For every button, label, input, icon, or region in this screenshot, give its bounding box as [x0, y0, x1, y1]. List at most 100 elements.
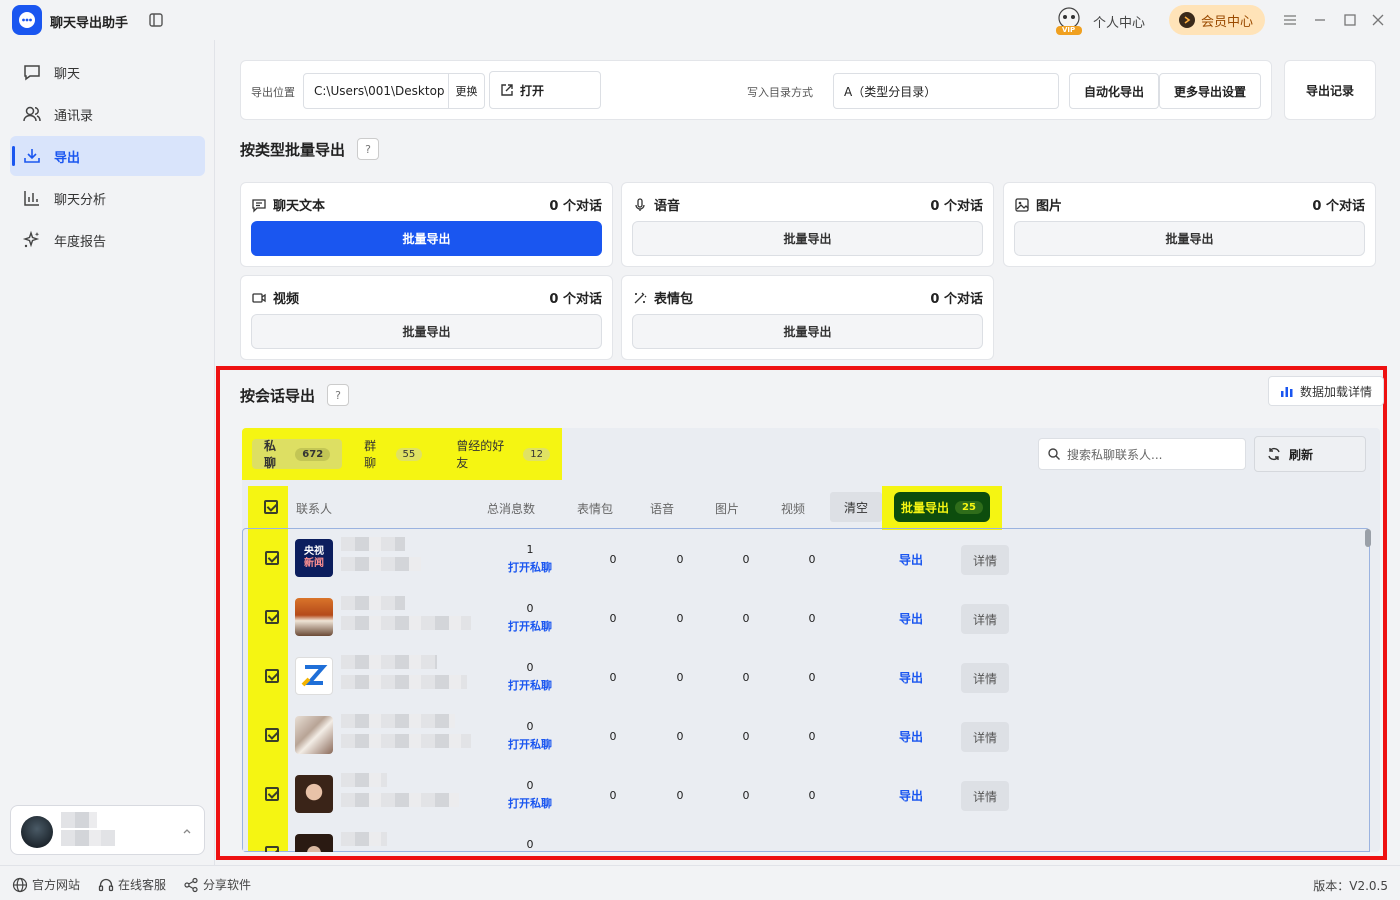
minimize-icon[interactable] [1312, 12, 1328, 28]
details-button[interactable]: 详情 [961, 781, 1009, 811]
footer: 官方网站 在线客服 分享软件 版本：V2.0.5 [0, 865, 1400, 900]
chat-icon [24, 65, 40, 81]
details-button[interactable]: 详情 [961, 545, 1009, 575]
data-load-details-button[interactable]: 数据加载详情 [1268, 376, 1384, 406]
export-link[interactable]: 导出 [899, 610, 923, 627]
sidebar-collapse-icon[interactable] [148, 12, 164, 28]
avatar-text: 新闻 [304, 558, 324, 569]
contact-remark-blurred [341, 734, 471, 748]
official-website-link[interactable]: 官方网站 [12, 876, 80, 893]
sidebar-item-contacts[interactable]: 通讯录 [10, 94, 205, 134]
open-chat-link[interactable]: 打开私聊 [505, 677, 555, 693]
search-icon [1048, 448, 1060, 460]
voice-count: 0 [676, 671, 684, 684]
type-card-count: 0 个对话 [1312, 199, 1365, 214]
help-icon[interactable]: ? [327, 384, 350, 406]
export-link[interactable]: 导出 [899, 728, 923, 745]
image-count: 0 [742, 553, 750, 566]
contact-remark-blurred [341, 675, 467, 689]
row-checkbox[interactable] [265, 787, 279, 801]
sticker-count: 0 [609, 730, 617, 743]
online-support-link[interactable]: 在线客服 [98, 876, 166, 893]
open-chat-link[interactable]: 打开私聊 [505, 736, 555, 752]
details-button[interactable]: 详情 [961, 663, 1009, 693]
contact-name-blurred [341, 714, 455, 728]
sidebar-item-export[interactable]: 导出 [10, 136, 205, 176]
open-chat-link[interactable]: 打开私聊 [505, 559, 555, 575]
batch-export-sticker-button[interactable]: 批量导出 [632, 314, 983, 349]
change-path-button[interactable]: 更换 [448, 74, 484, 108]
external-link-icon [501, 84, 513, 96]
section-title-text: 按类型批量导出 [240, 140, 346, 159]
type-card-voice: 语音 0 个对话 批量导出 [621, 182, 994, 267]
tab-private-chat[interactable]: 私聊 672 [252, 439, 343, 470]
chevron-up-icon [183, 829, 191, 834]
batch-export-voice-button[interactable]: 批量导出 [632, 221, 983, 256]
more-export-settings-button[interactable]: 更多导出设置 [1159, 73, 1261, 109]
vip-avatar-icon[interactable]: VIP [1052, 6, 1086, 36]
row-checkbox[interactable] [265, 728, 279, 742]
batch-export-selected-button[interactable]: 批量导出 25 [894, 492, 990, 522]
sidebar-item-chat[interactable]: 聊天 [10, 52, 205, 92]
help-icon[interactable]: ? [357, 138, 380, 160]
row-checkbox[interactable] [265, 610, 279, 624]
export-location-label: 导出位置 [251, 86, 295, 99]
open-chat-link[interactable]: 打开私聊 [505, 618, 555, 634]
message-square-icon [252, 198, 266, 213]
menu-icon[interactable] [1282, 12, 1298, 28]
magic-wand-icon [634, 292, 647, 303]
contact-list[interactable]: 央视 新闻 1 打开私聊 0 0 0 0 导出 详情 0 打开私聊 0 0 0 … [242, 528, 1371, 852]
personal-center-link[interactable]: 个人中心 [1093, 12, 1145, 31]
microphone-icon [635, 197, 645, 211]
sidebar: 聊天 通讯录 导出 聊天分析 年度报告 [0, 40, 215, 865]
export-link[interactable]: 导出 [899, 787, 923, 804]
total-messages: 1 [526, 543, 534, 556]
export-link[interactable]: 导出 [899, 551, 923, 568]
export-path-field[interactable]: C:\Users\001\Desktop 更换 [303, 73, 485, 109]
type-card-text: 聊天文本 0 个对话 批量导出 [240, 182, 613, 267]
batch-export-video-button[interactable]: 批量导出 [251, 314, 602, 349]
export-records-button[interactable]: 导出记录 [1284, 60, 1376, 120]
open-folder-button[interactable]: 打开 [489, 71, 601, 109]
type-card-label: 语音 [654, 199, 681, 214]
tab-count-badge: 12 [523, 447, 550, 461]
write-mode-select[interactable]: A（类型分目录） [833, 73, 1059, 109]
contact-avatar [295, 775, 333, 813]
select-all-checkbox[interactable] [264, 500, 278, 514]
row-checkbox[interactable] [265, 551, 279, 565]
batch-export-image-button[interactable]: 批量导出 [1014, 221, 1365, 256]
sidebar-item-analysis[interactable]: 聊天分析 [10, 178, 205, 218]
batch-export-highlight: 批量导出 25 [882, 486, 1002, 530]
maximize-icon[interactable] [1342, 12, 1358, 28]
user-card[interactable] [10, 805, 205, 855]
refresh-button[interactable]: 刷新 [1254, 436, 1366, 472]
close-icon[interactable] [1370, 12, 1386, 28]
auto-export-button[interactable]: 自动化导出 [1069, 73, 1159, 109]
batch-by-type-title: 按类型批量导出 ? [240, 138, 380, 160]
open-chat-link[interactable]: 打开私聊 [505, 795, 555, 811]
refresh-label: 刷新 [1289, 447, 1314, 462]
type-card-label: 表情包 [654, 292, 694, 307]
details-button[interactable]: 详情 [961, 722, 1009, 752]
video-count: 0 [808, 671, 816, 684]
search-input[interactable]: 搜索私聊联系人... [1038, 438, 1246, 470]
share-software-label: 分享软件 [203, 878, 252, 892]
data-load-details-label: 数据加载详情 [1299, 384, 1372, 399]
table-header: 联系人 总消息数 表情包 语音 图片 视频 清空 批量导出 25 [242, 486, 1372, 530]
video-count: 0 [808, 730, 816, 743]
share-software-link[interactable]: 分享软件 [183, 876, 251, 893]
globe-icon [12, 877, 28, 892]
tab-group-chat[interactable]: 群聊 55 [352, 439, 434, 470]
contact-avatar [295, 657, 333, 695]
sidebar-item-label: 通讯录 [54, 108, 94, 124]
sidebar-item-annual-report[interactable]: 年度报告 [10, 220, 205, 260]
clear-selection-button[interactable]: 清空 [830, 492, 882, 522]
details-button[interactable]: 详情 [961, 604, 1009, 634]
row-checkbox[interactable] [265, 846, 279, 852]
voice-count: 0 [676, 612, 684, 625]
batch-export-text-button[interactable]: 批量导出 [251, 221, 602, 256]
row-checkbox[interactable] [265, 669, 279, 683]
export-link[interactable]: 导出 [899, 669, 923, 686]
tab-former-friends[interactable]: 曾经的好友 12 [444, 439, 562, 470]
member-center-button[interactable]: 会员中心 [1169, 5, 1265, 35]
